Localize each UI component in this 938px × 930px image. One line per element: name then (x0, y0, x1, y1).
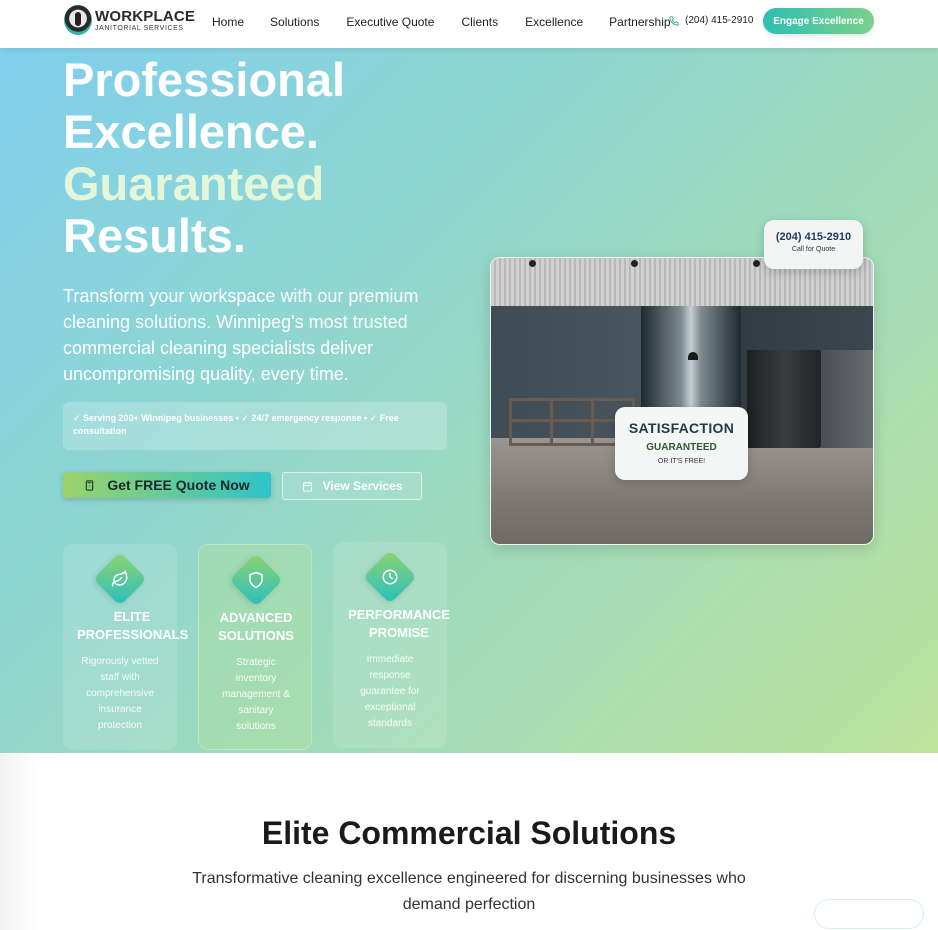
nav-link-excellence[interactable]: Excellence (525, 15, 583, 29)
photo-ceiling-light (753, 260, 760, 267)
logo-mark-icon (64, 5, 92, 35)
photo-ceiling-light (631, 260, 638, 267)
feature-description: Immediate response guarantee for excepti… (360, 654, 420, 729)
hero-description: Transform your workspace with our premiu… (63, 286, 419, 384)
calendar-icon (302, 481, 312, 492)
hero-title-line-3: Guaranteed (63, 157, 325, 210)
phone-icon (669, 15, 679, 26)
view-services-label: View Services (322, 479, 403, 493)
nav-link-home[interactable]: Home (212, 15, 244, 29)
photo-pendant-lamp (688, 352, 698, 360)
solutions-title: Elite Commercial Solutions (261, 815, 677, 851)
hero-title-line-2: Excellence. (63, 105, 320, 158)
navbar: WORKPLACE JANITORIAL SERVICES Home Solut… (0, 0, 938, 48)
feature-card-advanced-solutions: ADVANCED SOLUTIONS Strategic inventory m… (198, 544, 312, 750)
get-free-quote-button[interactable]: Get FREE Quote Now (63, 472, 271, 498)
nav-phone-number: (204) 415-2910 (685, 15, 754, 26)
call-for-quote-number: (204) 415-2910 (775, 231, 852, 243)
logo[interactable]: WORKPLACE JANITORIAL SERVICES (64, 5, 195, 35)
satisfaction-note: OR IT'S FREE! (657, 458, 706, 465)
satisfaction-subtitle: GUARANTEED (646, 442, 717, 453)
hero-title-line-4: Results. (63, 209, 246, 262)
call-for-quote-badge[interactable]: (204) 415-2910 Call for Quote (764, 220, 863, 269)
trust-badges: ✓ Serving 200+ Winnipeg businesses • ✓ 2… (63, 402, 447, 450)
nav-link-solutions[interactable]: Solutions (270, 15, 319, 29)
photo-cabinet (821, 350, 873, 448)
feature-card-performance-promise: PERFORMANCE PROMISE Immediate response g… (333, 542, 450, 748)
logo-title: WORKPLACE (95, 7, 196, 25)
view-services-button[interactable]: View Services (282, 472, 422, 500)
feature-title: ELITE PROFESSIONALS (77, 609, 189, 642)
leaf-icon (111, 570, 128, 587)
nav-phone-link[interactable]: (204) 415-2910 (669, 15, 753, 26)
get-free-quote-label: Get FREE Quote Now (107, 477, 250, 493)
calculator-icon (86, 479, 94, 491)
shield-icon (249, 571, 263, 589)
logo-subtitle: JANITORIAL SERVICES (95, 24, 184, 32)
feature-title: PERFORMANCE PROMISE (348, 607, 450, 640)
photo-ceiling-light (529, 260, 536, 267)
hero-section: Professional Excellence. Guaranteed Resu… (0, 48, 938, 753)
photo-fridge (747, 350, 821, 448)
engage-excellence-button[interactable]: Engage Excellence (763, 8, 874, 34)
feature-description: Rigorously vetted staff with comprehensi… (81, 656, 159, 731)
feature-title: ADVANCED SOLUTIONS (218, 610, 294, 643)
clock-icon (382, 569, 398, 585)
floating-widget-button[interactable] (814, 899, 924, 929)
feature-description: Strategic inventory management & sanitar… (222, 657, 290, 732)
satisfaction-title: SATISFACTION (628, 420, 735, 436)
nav-link-partnership[interactable]: Partnership (609, 15, 670, 29)
nav-link-executive-quote[interactable]: Executive Quote (346, 15, 434, 29)
solutions-subtitle: Transformative cleaning excellence engin… (192, 870, 746, 913)
nav-link-clients[interactable]: Clients (461, 15, 498, 29)
hero-title: Professional Excellence. Guaranteed Resu… (63, 54, 483, 262)
main-nav: Home Solutions Executive Quote Clients E… (212, 15, 671, 29)
office-hallway-photo (490, 257, 874, 545)
call-for-quote-label: Call for Quote (791, 246, 836, 253)
hero-title-line-1: Professional (63, 53, 346, 106)
satisfaction-badge: SATISFACTION GUARANTEED OR IT'S FREE! (615, 407, 748, 480)
feature-card-elite-professionals: ELITE PROFESSIONALS Rigorously vetted st… (63, 544, 188, 750)
